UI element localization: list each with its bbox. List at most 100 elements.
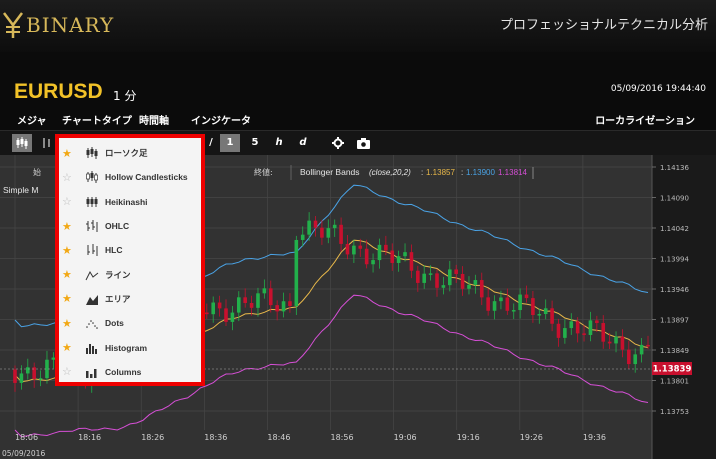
candle-body bbox=[403, 252, 407, 257]
candle-body bbox=[479, 280, 484, 298]
candle-body bbox=[320, 227, 324, 238]
header: BINARY プロフェッショナルテクニカル分析 bbox=[0, 0, 716, 52]
period-1-button[interactable]: 1 bbox=[220, 134, 240, 152]
candle-body bbox=[13, 369, 17, 383]
yen-logo-icon bbox=[3, 12, 23, 38]
chart-type-option[interactable]: ☆ Heikinashi bbox=[59, 190, 201, 214]
chart-type-option-label: Histogram bbox=[105, 342, 148, 353]
favorite-star-icon[interactable]: ★ bbox=[62, 292, 76, 305]
candle-body bbox=[268, 288, 273, 306]
candle-body bbox=[447, 269, 452, 286]
candle-body bbox=[262, 288, 267, 294]
x-axis-date: 05/09/2016 bbox=[2, 449, 45, 458]
toolbar-separator: / bbox=[209, 137, 213, 148]
indicator-fragment-open: 始 bbox=[33, 167, 41, 177]
favorite-star-icon[interactable]: ★ bbox=[62, 341, 76, 354]
screenshot-button[interactable] bbox=[355, 134, 371, 152]
logo: BINARY bbox=[2, 8, 114, 42]
settings-button[interactable] bbox=[330, 134, 346, 152]
chart-type-option-label: Columns bbox=[105, 366, 142, 377]
hollow-candlestick-icon bbox=[86, 171, 98, 184]
heikinashi-icon bbox=[86, 196, 98, 207]
favorite-star-icon[interactable]: ★ bbox=[62, 147, 76, 160]
dots-icon bbox=[86, 320, 98, 330]
y-axis-label: 1.13801 bbox=[660, 378, 689, 386]
chart-type-option[interactable]: ★ OHLC bbox=[59, 214, 201, 238]
instrument-symbol: EURUSD bbox=[14, 80, 103, 103]
candle-body bbox=[281, 301, 286, 312]
favorite-star-icon[interactable]: ★ bbox=[62, 244, 76, 257]
candle-body bbox=[38, 378, 43, 380]
tagline: プロフェッショナルテクニカル分析 bbox=[499, 18, 708, 33]
drawing-tool-button[interactable] bbox=[40, 134, 54, 152]
chart-type-option[interactable]: ☆ Columns bbox=[59, 360, 201, 384]
menu-indicators[interactable]: インジケータ bbox=[191, 112, 251, 127]
candle-body bbox=[646, 344, 650, 347]
favorite-star-icon[interactable]: ★ bbox=[62, 220, 76, 233]
candle-body bbox=[575, 321, 580, 334]
favorite-star-icon[interactable]: ☆ bbox=[62, 195, 76, 208]
instrument-period: 1 分 bbox=[113, 89, 137, 103]
candle-body bbox=[332, 224, 337, 229]
ohlc-icon bbox=[86, 220, 98, 233]
chart-type-option-label: Dots bbox=[105, 318, 124, 329]
candle-body bbox=[300, 234, 305, 240]
period-day-button[interactable]: d bbox=[295, 134, 311, 152]
candle-body bbox=[352, 245, 356, 255]
chart-type-option[interactable]: ★ Histogram bbox=[59, 335, 201, 359]
period-5-button[interactable]: 5 bbox=[247, 134, 263, 152]
candle-body bbox=[384, 244, 388, 251]
chart-type-option[interactable]: ★ HLC bbox=[59, 238, 201, 262]
candle-body bbox=[275, 305, 279, 312]
chart-type-option-label: OHLC bbox=[105, 221, 130, 232]
candle-body bbox=[428, 273, 433, 275]
candle-body bbox=[25, 367, 30, 374]
y-axis-label: 1.14136 bbox=[660, 164, 689, 172]
favorite-star-icon[interactable]: ☆ bbox=[62, 365, 76, 378]
period-hour-button[interactable]: h bbox=[271, 134, 287, 152]
candle-body bbox=[416, 270, 420, 283]
menu-measure[interactable]: メジャ bbox=[17, 112, 47, 127]
app-window: BINARY プロフェッショナルテクニカル分析 EURUSD 1 分 05/09… bbox=[0, 0, 716, 459]
svg-text::: : bbox=[421, 168, 423, 177]
x-axis-label: 19:06 bbox=[394, 433, 417, 442]
candle-body bbox=[371, 260, 375, 265]
x-axis-label: 18:26 bbox=[141, 433, 164, 442]
chart-type-option[interactable]: ☆ Hollow Candlesticks bbox=[59, 165, 201, 189]
chart-type-option-label: ローソク足 bbox=[105, 148, 148, 159]
menu-localization[interactable]: ローカライゼーション bbox=[595, 112, 695, 127]
chart-type-option[interactable]: ★ ローソク足 bbox=[59, 141, 201, 165]
bollinger-mid-value: 1.13857 bbox=[426, 168, 455, 177]
candle-body bbox=[633, 354, 638, 365]
candle-body bbox=[582, 333, 586, 335]
candle-body bbox=[518, 294, 522, 311]
menu-chart-type[interactable]: チャートタイプ bbox=[62, 112, 132, 127]
candle-body bbox=[460, 273, 465, 289]
bar-chart-icon bbox=[43, 138, 50, 148]
sma-label[interactable]: Simple M bbox=[3, 185, 38, 195]
candle-body bbox=[345, 243, 350, 255]
candle-body bbox=[326, 228, 331, 238]
candle-body bbox=[211, 302, 216, 315]
candle-body bbox=[588, 320, 593, 335]
candle-body bbox=[422, 273, 427, 283]
y-axis-label: 1.13994 bbox=[660, 256, 689, 264]
candle-body bbox=[639, 344, 644, 355]
svg-text::: : bbox=[461, 168, 463, 177]
candle-body bbox=[364, 248, 369, 265]
candle-body bbox=[531, 298, 535, 316]
chart-type-option[interactable]: ★ エリア bbox=[59, 287, 201, 311]
chart-type-option[interactable]: ★ ライン bbox=[59, 263, 201, 287]
menu-timeframe[interactable]: 時間軸 bbox=[139, 112, 169, 127]
chart-type-toggle-button[interactable] bbox=[12, 134, 32, 152]
favorite-star-icon[interactable]: ☆ bbox=[62, 171, 76, 184]
histogram-icon bbox=[86, 343, 97, 354]
candle-body bbox=[543, 308, 548, 315]
chart-type-option[interactable]: ★ Dots bbox=[59, 311, 201, 335]
favorite-star-icon[interactable]: ★ bbox=[62, 268, 76, 281]
x-axis-label: 18:56 bbox=[331, 433, 354, 442]
candle-body bbox=[524, 294, 529, 299]
candle-body bbox=[556, 323, 561, 338]
bollinger-label[interactable]: Bollinger Bands bbox=[300, 167, 360, 177]
favorite-star-icon[interactable]: ★ bbox=[62, 317, 76, 330]
